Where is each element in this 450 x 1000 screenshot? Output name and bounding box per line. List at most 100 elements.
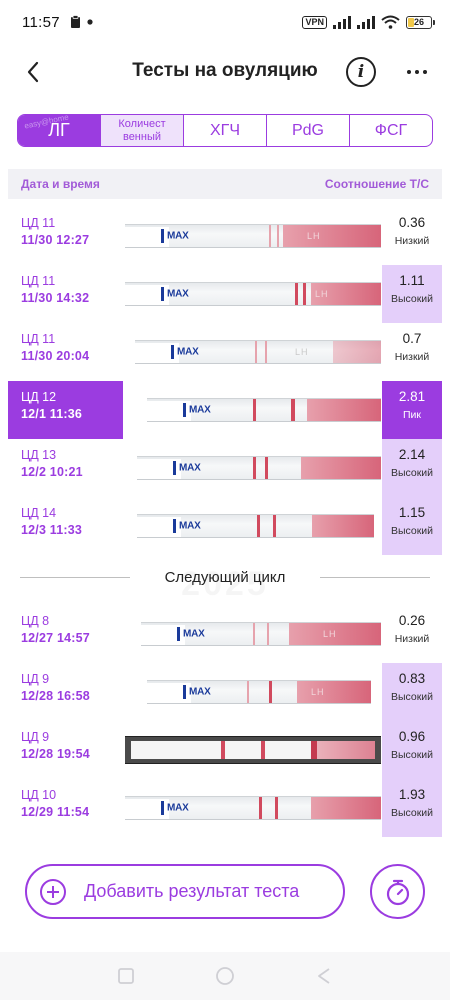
back-button[interactable] bbox=[18, 57, 48, 87]
notification-dot-icon bbox=[87, 19, 93, 25]
test-datetime: 11/30 20:04 bbox=[21, 349, 90, 363]
ratio-value: 1.15 bbox=[398, 505, 426, 520]
timer-button[interactable] bbox=[370, 864, 425, 919]
test-datetime: 11/30 14:32 bbox=[21, 291, 90, 305]
battery-level: 26 bbox=[413, 17, 424, 27]
wifi-icon bbox=[381, 15, 400, 29]
tab-label: ХГЧ bbox=[210, 121, 240, 139]
test-row[interactable]: ЦД 9 12/28 16:58 MAX LH 0.83 Высокий bbox=[8, 663, 442, 721]
ratio-value: 0.7 bbox=[402, 331, 422, 346]
stopwatch-icon bbox=[386, 879, 409, 905]
max-marker: MAX bbox=[183, 685, 211, 699]
cycle-day: ЦД 14 bbox=[21, 506, 57, 520]
add-test-result-button[interactable]: Добавить результат теста bbox=[25, 864, 345, 919]
info-button[interactable]: i bbox=[346, 57, 376, 87]
battery-icon: 26 bbox=[406, 15, 435, 29]
cycle-day: ЦД 8 bbox=[21, 614, 50, 628]
plus-circle-icon bbox=[40, 878, 66, 905]
max-marker: MAX bbox=[173, 519, 201, 533]
tab-fsh[interactable]: ФСГ bbox=[350, 115, 432, 146]
tab-label: PdG bbox=[291, 121, 324, 139]
ratio-result: 0.83 Высокий bbox=[382, 663, 442, 721]
test-strip-image: MAX bbox=[137, 456, 381, 480]
next-cycle-separator: 2025 Следующий цикл bbox=[20, 563, 430, 603]
ratio-level: Высокий bbox=[390, 749, 434, 761]
system-nav-bar bbox=[0, 952, 450, 1000]
test-row[interactable]: ЦД 11 11/30 20:04 MAX LH 0.7 Низкий bbox=[8, 323, 442, 381]
dot-icon bbox=[415, 70, 419, 74]
lh-mark: LH bbox=[307, 231, 321, 241]
test-strip-image bbox=[125, 736, 381, 764]
signal-icon bbox=[333, 15, 351, 29]
home-icon[interactable] bbox=[215, 966, 235, 986]
tab-label: ФСГ bbox=[374, 121, 408, 139]
test-row[interactable]: ЦД 9 12/28 19:54 0.96 Высокий bbox=[8, 721, 442, 779]
test-strip-image: MAX LH bbox=[147, 680, 371, 704]
row-info: ЦД 8 12/27 14:57 bbox=[8, 605, 123, 663]
row-info: ЦД 14 12/3 11:33 bbox=[8, 497, 123, 555]
ratio-value: 2.81 bbox=[398, 389, 426, 404]
ratio-value: 0.96 bbox=[398, 729, 426, 744]
ratio-value: 0.36 bbox=[398, 215, 426, 230]
ratio-result: 0.36 Низкий bbox=[382, 207, 442, 265]
max-marker: MAX bbox=[161, 801, 189, 815]
tab-quantitative[interactable]: Количест венный bbox=[101, 115, 184, 146]
test-row[interactable]: ЦД 13 12/2 10:21 MAX 2.14 Высокий bbox=[8, 439, 442, 497]
ratio-result: 1.11 Высокий bbox=[382, 265, 442, 323]
page-title: Тесты на овуляцию bbox=[132, 60, 318, 81]
lh-mark: LH bbox=[311, 687, 325, 697]
tab-label: Количест венный bbox=[118, 117, 166, 143]
cycle-day: ЦД 9 bbox=[21, 672, 50, 686]
ratio-level: Пик bbox=[402, 409, 421, 421]
cycle-day: ЦД 10 bbox=[21, 788, 57, 802]
ratio-level: Низкий bbox=[394, 235, 430, 247]
recent-apps-icon[interactable] bbox=[117, 967, 135, 985]
column-header-datetime: Дата и время bbox=[21, 177, 100, 191]
ratio-result: 0.96 Высокий bbox=[382, 721, 442, 779]
max-marker: MAX bbox=[161, 229, 189, 243]
cycle-day: ЦД 11 bbox=[21, 332, 56, 346]
clipboard-icon bbox=[70, 15, 80, 28]
test-datetime: 12/27 14:57 bbox=[21, 631, 90, 645]
max-marker: MAX bbox=[183, 403, 211, 417]
tab-lh[interactable]: easy@home ЛГ bbox=[18, 115, 101, 146]
test-row[interactable]: ЦД 10 12/29 11:54 MAX 1.93 Высокий bbox=[8, 779, 442, 837]
ratio-value: 0.83 bbox=[398, 671, 426, 686]
test-datetime: 12/28 19:54 bbox=[21, 747, 90, 761]
ratio-result: 0.26 Низкий bbox=[382, 605, 442, 663]
test-datetime: 12/3 11:33 bbox=[21, 523, 83, 537]
test-strip-image: MAX LH bbox=[135, 340, 381, 364]
row-info: ЦД 9 12/28 19:54 bbox=[8, 721, 123, 779]
test-datetime: 12/29 11:54 bbox=[21, 805, 90, 819]
test-datetime: 12/28 16:58 bbox=[21, 689, 90, 703]
test-datetime: 12/1 11:36 bbox=[21, 407, 83, 421]
ratio-result: 2.81 Пик bbox=[382, 381, 442, 439]
max-marker: MAX bbox=[173, 461, 201, 475]
ratio-value: 1.11 bbox=[399, 273, 425, 288]
more-options-button[interactable] bbox=[400, 57, 434, 87]
info-icon: i bbox=[357, 62, 365, 82]
ratio-level: Высокий bbox=[390, 467, 434, 479]
row-info: ЦД 12 12/1 11:36 bbox=[8, 381, 123, 439]
test-row[interactable]: ЦД 14 12/3 11:33 MAX 1.15 Высокий bbox=[8, 497, 442, 555]
test-strip-image: MAX LH bbox=[141, 622, 381, 646]
row-info: ЦД 11 11/30 14:32 bbox=[8, 265, 123, 323]
test-row[interactable]: ЦД 12 12/1 11:36 MAX 2.81 Пик bbox=[8, 381, 442, 439]
ratio-level: Высокий bbox=[390, 691, 434, 703]
tab-pdg[interactable]: PdG bbox=[267, 115, 350, 146]
test-strip-image: MAX LH bbox=[125, 224, 381, 248]
back-nav-icon[interactable] bbox=[315, 967, 333, 985]
cycle-day: ЦД 11 bbox=[21, 274, 56, 288]
dot-icon bbox=[407, 70, 411, 74]
test-row[interactable]: ЦД 8 12/27 14:57 MAX LH 0.26 Низкий bbox=[8, 605, 442, 663]
tab-hcg[interactable]: ХГЧ bbox=[184, 115, 267, 146]
test-row[interactable]: ЦД 11 11/30 12:27 MAX LH 0.36 Низкий bbox=[8, 207, 442, 265]
row-info: ЦД 11 11/30 20:04 bbox=[8, 323, 123, 381]
ratio-result: 1.15 Высокий bbox=[382, 497, 442, 555]
test-row[interactable]: ЦД 11 11/30 14:32 MAX LH 1.11 Высокий bbox=[8, 265, 442, 323]
ratio-result: 1.93 Высокий bbox=[382, 779, 442, 837]
ratio-value: 2.14 bbox=[398, 447, 426, 462]
row-info: ЦД 11 11/30 12:27 bbox=[8, 207, 123, 265]
cycle-day: ЦД 9 bbox=[21, 730, 50, 744]
row-info: ЦД 10 12/29 11:54 bbox=[8, 779, 123, 837]
